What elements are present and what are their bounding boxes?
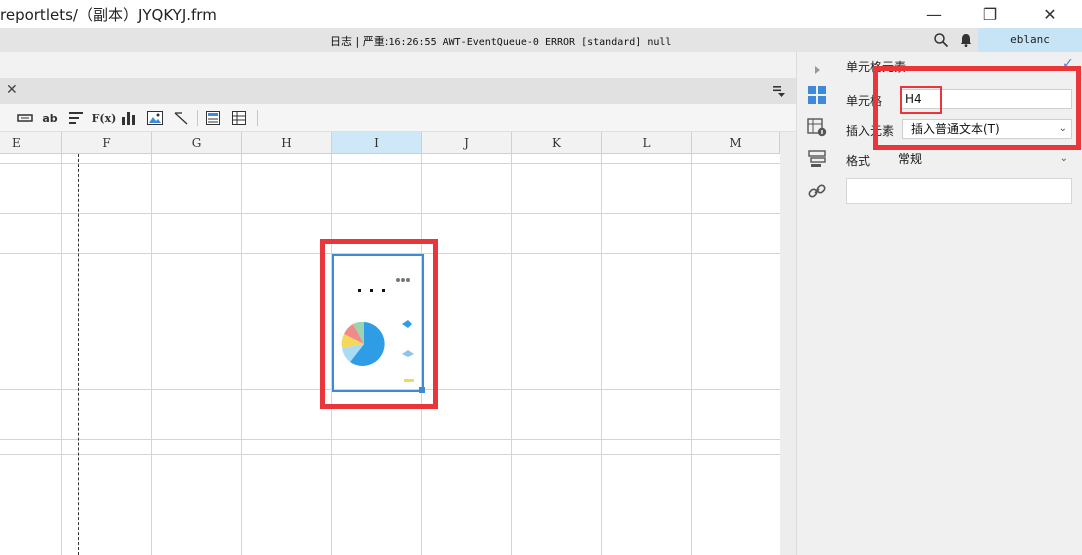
user-badge[interactable]: eblanc — [978, 28, 1082, 52]
grid-line — [0, 439, 780, 440]
column-header-j[interactable]: J — [422, 132, 512, 154]
severity-label: 严重: — [362, 35, 389, 48]
blank-strip — [0, 52, 796, 78]
cell-attribute-icon[interactable] — [807, 117, 827, 137]
grid-line — [601, 154, 602, 555]
vertical-scrollbar[interactable] — [780, 132, 796, 555]
text-icon[interactable]: ab — [41, 109, 59, 127]
column-header-i[interactable]: I — [332, 132, 422, 154]
log-label: 日志 — [330, 35, 352, 48]
align-icon[interactable] — [67, 109, 85, 127]
tab-bar: ✕ — [0, 78, 796, 104]
highlight-box-cell — [320, 239, 438, 409]
format-select[interactable]: 常规 ⌄ — [890, 149, 1072, 169]
close-button[interactable]: ✕ — [1030, 0, 1070, 28]
expand-arrow-icon[interactable] — [807, 60, 827, 80]
grid-line — [0, 213, 780, 214]
page-break-line — [78, 154, 79, 555]
format-preview-box[interactable] — [846, 178, 1072, 204]
log-separator: | — [355, 35, 360, 48]
title-bar: reportlets/（副本）JYQKYJ.frm — ❐ ✕ — [0, 0, 1082, 28]
minimize-button[interactable]: — — [914, 0, 954, 28]
insert-row-icon[interactable] — [16, 109, 34, 127]
column-header-f[interactable]: F — [62, 132, 152, 154]
column-header-h[interactable]: H — [242, 132, 332, 154]
cell-element-icon[interactable] — [807, 85, 827, 105]
hyperlink-icon[interactable] — [807, 181, 827, 201]
highlight-box-cell-name — [900, 86, 942, 114]
widget-settings-icon[interactable] — [807, 149, 827, 169]
table-icon[interactable] — [230, 109, 248, 127]
search-icon[interactable] — [933, 32, 949, 48]
report-icon[interactable] — [204, 109, 222, 127]
chevron-down-icon: ⌄ — [1059, 153, 1068, 164]
column-header-g[interactable]: G — [152, 132, 242, 154]
slash-icon[interactable] — [172, 109, 190, 127]
grid-line — [241, 154, 242, 555]
toolbar-separator — [197, 110, 198, 126]
grid-line — [511, 154, 512, 555]
format-label: 格式 — [846, 154, 871, 168]
image-icon[interactable] — [146, 109, 164, 127]
grid-line — [0, 454, 780, 455]
log-text: 16:26:55 AWT-EventQueue-0 ERROR [standar… — [388, 37, 672, 48]
toolbar-separator — [257, 110, 258, 126]
grid-line — [61, 154, 62, 555]
tab-menu-icon[interactable] — [772, 84, 786, 98]
close-tab-icon[interactable]: ✕ — [6, 82, 18, 98]
log-message[interactable]: 日志 | 严重:16:26:55 AWT-EventQueue-0 ERROR … — [330, 33, 671, 49]
grid-line — [691, 154, 692, 555]
column-header-e[interactable]: E — [0, 132, 62, 154]
cell-toolbar: ab F(x) — [0, 104, 796, 132]
grid-line — [151, 154, 152, 555]
restore-button[interactable]: ❐ — [970, 0, 1010, 28]
chart-icon[interactable] — [120, 109, 138, 127]
side-icon-bar — [796, 52, 836, 555]
log-bar: 日志 | 严重:16:26:55 AWT-EventQueue-0 ERROR … — [0, 28, 1082, 52]
column-header-m[interactable]: M — [692, 132, 780, 154]
column-header-l[interactable]: L — [602, 132, 692, 154]
column-header-k[interactable]: K — [512, 132, 602, 154]
grid-line — [0, 163, 780, 164]
format-value: 常规 — [898, 152, 923, 166]
bell-icon[interactable] — [958, 32, 974, 48]
window-title: reportlets/（副本）JYQKYJ.frm — [0, 6, 217, 24]
formula-icon[interactable]: F(x) — [92, 109, 117, 127]
